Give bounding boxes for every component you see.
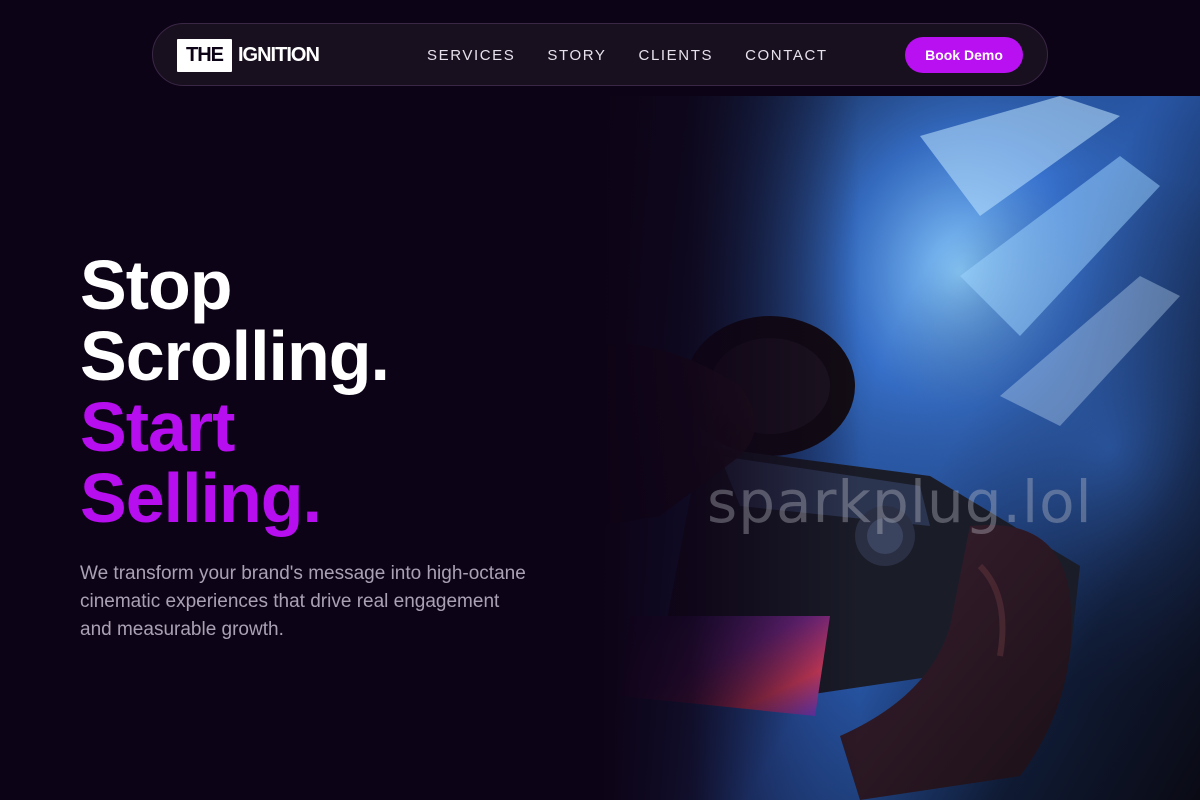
page: THE IGNITION SERVICES STORY CLIENTS CONT…	[0, 0, 1200, 800]
nav-links: SERVICES STORY CLIENTS CONTACT	[427, 24, 860, 87]
image-watermark: sparkplug.lol	[707, 468, 1093, 536]
hero-subtitle: We transform your brand's message into h…	[80, 563, 526, 640]
image-fade	[600, 96, 860, 800]
headline-line-3: Start	[80, 388, 235, 466]
logo[interactable]: THE IGNITION	[177, 39, 320, 72]
headline-line-1: Stop	[80, 246, 233, 324]
navbar: THE IGNITION SERVICES STORY CLIENTS CONT…	[152, 23, 1048, 86]
hero-image: sparkplug.lol	[600, 96, 1200, 800]
headline-line-4: Selling.	[80, 459, 322, 537]
headline-line-2: Scrolling.	[80, 317, 390, 395]
hero-headline: Stop Scrolling. Start Selling.	[80, 246, 390, 537]
logo-box: THE	[177, 39, 232, 72]
nav-link-clients[interactable]: CLIENTS	[639, 47, 714, 64]
book-demo-button[interactable]: Book Demo	[905, 37, 1023, 73]
nav-link-services[interactable]: SERVICES	[427, 47, 515, 64]
nav-link-story[interactable]: STORY	[547, 47, 606, 64]
nav-link-contact[interactable]: CONTACT	[745, 47, 828, 64]
logo-text: IGNITION	[238, 44, 320, 66]
